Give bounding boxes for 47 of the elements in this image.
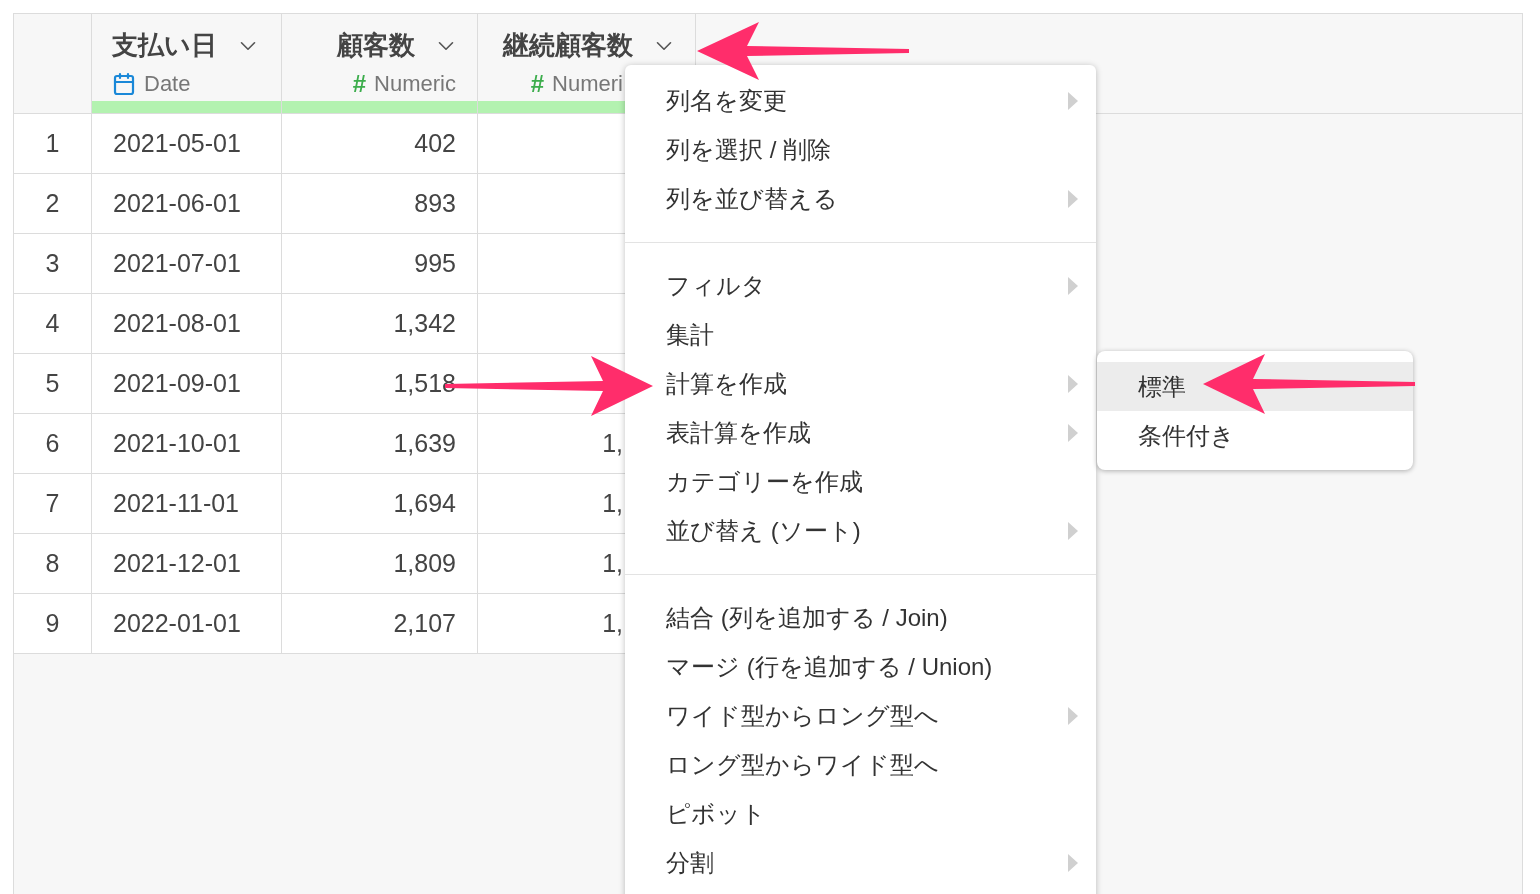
table-cell: 995	[282, 234, 478, 293]
table-cell: 2021-07-01	[92, 234, 282, 293]
menu-item[interactable]: 列を選択 / 削除	[666, 133, 831, 166]
table-cell: 2021-12-01	[92, 534, 282, 593]
row-number: 3	[14, 234, 92, 293]
menu-item[interactable]: 計算を作成	[666, 367, 787, 400]
row-number: 9	[14, 594, 92, 653]
hash-symbol: #	[530, 70, 545, 98]
table-cell: 2021-05-01	[92, 114, 282, 173]
row-number: 8	[14, 534, 92, 593]
table-cell: 2021-09-01	[92, 354, 282, 413]
table-cell: 402	[282, 114, 478, 173]
row-number: 4	[14, 294, 92, 353]
column-header[interactable]: 継続顧客数	[503, 28, 633, 63]
table-cell: 1,694	[282, 474, 478, 533]
hash-symbol: #	[352, 70, 367, 98]
column-header[interactable]: 支払い日	[112, 28, 217, 63]
row-number: 2	[14, 174, 92, 233]
menu-item[interactable]: ピボット	[666, 797, 766, 830]
table-cell: 2021-11-01	[92, 474, 282, 533]
table-cell: 2021-08-01	[92, 294, 282, 353]
menu-item[interactable]: 列名を変更	[666, 84, 787, 117]
menu-item[interactable]: ワイド型からロング型へ	[666, 699, 939, 732]
calendar-icon	[112, 72, 136, 96]
menu-item[interactable]: 集計	[666, 318, 714, 351]
table-cell: 2021-10-01	[92, 414, 282, 473]
column-type: Numeric	[374, 71, 456, 97]
column-type: Date	[144, 71, 191, 97]
menu-item[interactable]: 分割	[666, 846, 714, 879]
table-cell: 2,107	[282, 594, 478, 653]
menu-item[interactable]: マージ (行を追加する / Union)	[666, 650, 993, 683]
table-cell: 893	[282, 174, 478, 233]
menu-item[interactable]: フィルタ	[666, 269, 766, 302]
table-cell: 1,639	[282, 414, 478, 473]
row-number: 7	[14, 474, 92, 533]
table-cell: 1,809	[282, 534, 478, 593]
column-type: Numeri	[552, 71, 623, 97]
table-cell: 2022-01-01	[92, 594, 282, 653]
column-header[interactable]: 顧客数	[337, 28, 415, 63]
table-cell: 1,342	[282, 294, 478, 353]
menu-item[interactable]: 条件付き	[1097, 411, 1413, 460]
row-number: 1	[14, 114, 92, 173]
table-cell: 2021-06-01	[92, 174, 282, 233]
row-number: 5	[14, 354, 92, 413]
row-number: 6	[14, 414, 92, 473]
menu-item[interactable]: ロング型からワイド型へ	[666, 748, 939, 781]
menu-item[interactable]: 列を並び替える	[666, 182, 838, 215]
